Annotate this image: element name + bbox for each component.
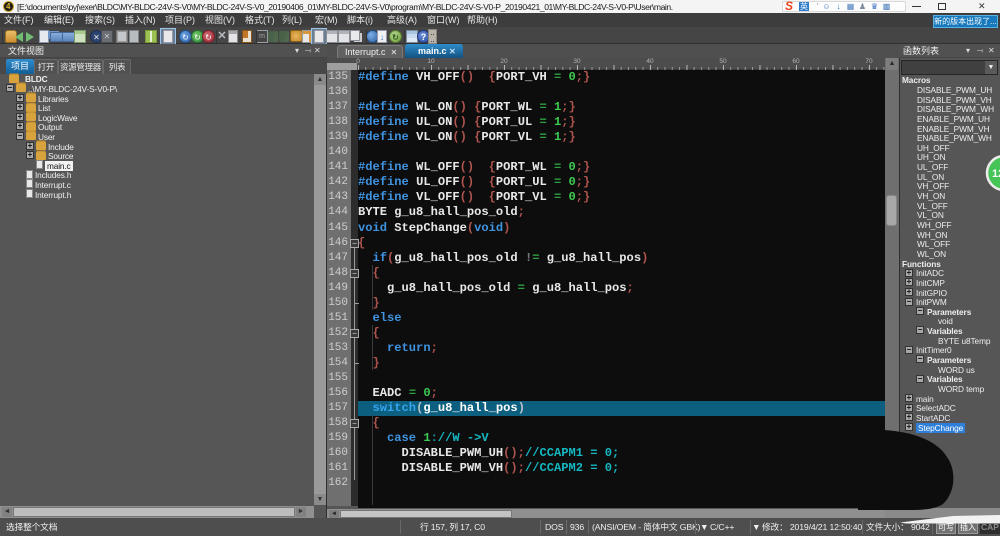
svg-text:12: 12 <box>992 168 1000 180</box>
